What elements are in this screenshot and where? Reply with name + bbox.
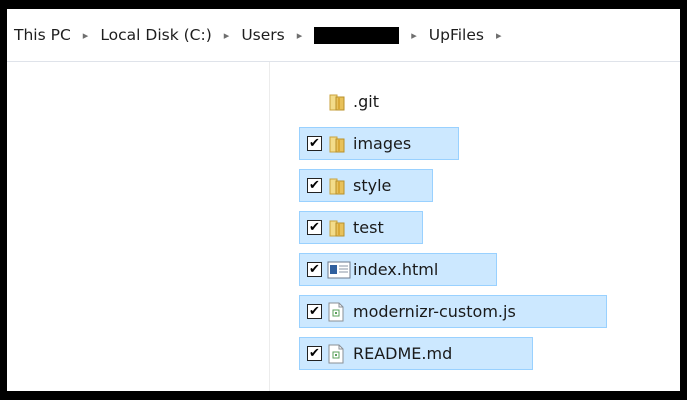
folder-icon xyxy=(327,176,347,196)
file-list-item[interactable]: ✔ README.md xyxy=(299,337,533,370)
breadcrumb: This PC ▸ Local Disk (C:) ▸ Users ▸ ▸ Up… xyxy=(7,9,680,62)
chevron-right-icon[interactable]: ▸ xyxy=(83,29,89,42)
item-checkbox[interactable]: ✔ xyxy=(307,178,322,193)
chevron-right-icon[interactable]: ▸ xyxy=(411,29,417,42)
file-name: modernizr-custom.js xyxy=(353,302,516,321)
item-checkbox[interactable]: ✔ xyxy=(307,304,322,319)
file-list-item[interactable]: ✔ images xyxy=(299,127,459,160)
html-file-icon xyxy=(327,260,351,280)
file-name: test xyxy=(353,218,384,237)
item-checkbox[interactable]: ✔ xyxy=(307,346,322,361)
breadcrumb-this-pc[interactable]: This PC xyxy=(11,26,74,44)
folder-icon xyxy=(327,134,347,154)
file-name: style xyxy=(353,176,392,195)
file-name: images xyxy=(353,134,412,153)
item-checkbox[interactable]: ✔ xyxy=(307,136,322,151)
folder-icon xyxy=(327,218,347,238)
script-file-icon xyxy=(327,302,347,322)
file-name: .git xyxy=(353,92,379,111)
chevron-right-icon[interactable]: ▸ xyxy=(496,29,502,42)
item-checkbox[interactable]: ✔ xyxy=(307,220,322,235)
file-name: README.md xyxy=(353,344,453,363)
folder-icon xyxy=(327,92,347,112)
file-list-item[interactable]: .git xyxy=(299,85,439,118)
redacted-username xyxy=(314,26,400,44)
file-list-item[interactable]: ✔ modernizr-custom.js xyxy=(299,295,607,328)
explorer-window: This PC ▸ Local Disk (C:) ▸ Users ▸ ▸ Up… xyxy=(0,0,687,400)
breadcrumb-upfiles[interactable]: UpFiles xyxy=(426,26,487,44)
navigation-pane xyxy=(7,62,270,391)
chevron-right-icon[interactable]: ▸ xyxy=(297,29,303,42)
file-list-item[interactable]: ✔ test xyxy=(299,211,423,244)
breadcrumb-users[interactable]: Users xyxy=(238,26,287,44)
file-name: index.html xyxy=(353,260,439,279)
breadcrumb-local-disk[interactable]: Local Disk (C:) xyxy=(97,26,214,44)
text-file-icon xyxy=(327,344,347,364)
file-list-item[interactable]: ✔ style xyxy=(299,169,433,202)
item-checkbox[interactable]: ✔ xyxy=(307,262,322,277)
file-list-item[interactable]: ✔ index.html xyxy=(299,253,497,286)
chevron-right-icon[interactable]: ▸ xyxy=(224,29,230,42)
